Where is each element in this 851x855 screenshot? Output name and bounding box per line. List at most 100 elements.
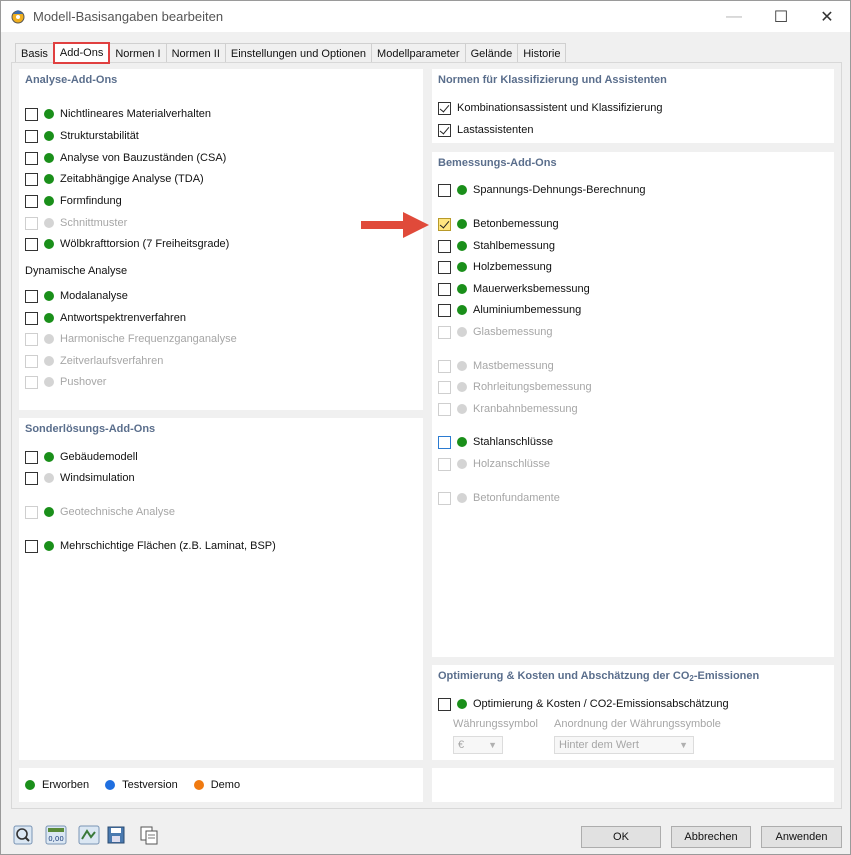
unavailable-dot-icon [44, 473, 54, 483]
chevron-down-icon: ▼ [488, 740, 497, 750]
demo-dot-icon [193, 780, 204, 790]
acquired-dot-icon [44, 313, 54, 323]
acquired-dot-icon [44, 174, 54, 184]
acquired-dot-icon [25, 780, 35, 790]
optimierung-row: Optimierung & Kosten / CO2-Emissionsabsc… [438, 696, 729, 712]
mehrschichtige-flaechen-z-b-laminat-bsp-checkbox[interactable] [25, 539, 38, 553]
acquired-dot-icon [44, 507, 54, 517]
kombination-checkbox[interactable] [438, 101, 451, 115]
ok-button[interactable]: OK [581, 826, 661, 848]
acquired-dot-icon [44, 452, 54, 462]
betonbemessung-checkbox[interactable] [438, 217, 451, 231]
sonder-add-ons-panel: Sonderlösungs-Add-Ons Gebäudemodell Winds… [19, 418, 423, 760]
zeitabhaengige-analyse-tda-checkbox[interactable] [25, 172, 38, 186]
addon-row-aluminiumbemessung: Aluminiumbemessung [438, 302, 581, 318]
acquired-dot-icon [44, 291, 54, 301]
tab-modellparameter[interactable]: Modellparameter [371, 43, 466, 63]
tab-gelaende[interactable]: Gelände [464, 43, 519, 63]
red-arrow-icon [361, 212, 429, 238]
analyse-von-bauzustaenden-csa-checkbox[interactable] [25, 151, 38, 165]
nichtlineares-materialverhalten-label: Nichtlineares Materialverhalten [60, 108, 212, 120]
mauerwerksbemessung-label: Mauerwerksbemessung [473, 283, 590, 295]
nichtlineares-materialverhalten-checkbox[interactable] [25, 107, 38, 121]
acquired-dot-icon [457, 262, 467, 272]
save-icon[interactable] [105, 824, 129, 846]
stahlbemessung-checkbox[interactable] [438, 239, 451, 253]
acquired-dot-icon [457, 284, 467, 294]
currency-position-select[interactable]: Hinter dem Wert ▼ [554, 736, 694, 754]
spannungs-dehnungs-berechnung-checkbox[interactable] [438, 183, 451, 197]
legend-demo-label: Demo [210, 779, 241, 791]
title-bar: Modell-Basisangaben bearbeiten — ☐ ✕ [1, 1, 850, 32]
addon-row-stahlbemessung: Stahlbemessung [438, 238, 555, 254]
dynamic-analysis-label: Dynamische Analyse [25, 265, 128, 277]
woelbkrafttorsion-7-freiheitsgrade-label: Wölbkrafttorsion (7 Freiheitsgrade) [60, 238, 230, 250]
currency-position-label: Anordnung der Währungssymbole [554, 718, 721, 730]
holzbemessung-label: Holzbemessung [473, 261, 552, 273]
tab-normen-2[interactable]: Normen II [165, 43, 226, 63]
optimierung-checkbox[interactable] [438, 697, 451, 711]
stahlanschluesse-checkbox[interactable] [438, 435, 451, 449]
cancel-button[interactable]: Abbrechen [671, 826, 751, 848]
normen-panel: Normen für Klassifizierung und Assistent… [432, 69, 834, 143]
unavailable-dot-icon [44, 377, 54, 387]
holzanschluesse-label: Holzanschlüsse [473, 458, 551, 470]
antwortspektrenverfahren-checkbox[interactable] [25, 311, 38, 325]
normen-row-last: Lastassistenten [438, 122, 533, 138]
pushover-label: Pushover [60, 376, 107, 388]
strukturstabilitaet-checkbox[interactable] [25, 129, 38, 143]
acquired-dot-icon [44, 541, 54, 551]
tab-add-ons[interactable]: Add-Ons [52, 42, 111, 64]
windsimulation-checkbox[interactable] [25, 471, 38, 485]
kranbahnbemessung-label: Kranbahnbemessung [473, 403, 578, 415]
tab-normen-1[interactable]: Normen I [109, 43, 167, 63]
minimize-button[interactable]: — [711, 1, 757, 32]
aluminiumbemessung-checkbox[interactable] [438, 303, 451, 317]
unavailable-dot-icon [457, 493, 467, 503]
units-icon[interactable]: 0,00 [44, 824, 68, 846]
unavailable-dot-icon [457, 361, 467, 371]
modalanalyse-checkbox[interactable] [25, 289, 38, 303]
acquired-dot-icon [457, 437, 467, 447]
unavailable-dot-icon [457, 382, 467, 392]
stahlbemessung-label: Stahlbemessung [473, 240, 555, 252]
mastbemessung-checkbox [438, 359, 451, 373]
bemessung-add-ons-panel: Bemessungs-Add-Ons Spannungs-Dehnungs-Be… [432, 152, 834, 657]
close-button[interactable]: ✕ [804, 1, 850, 32]
addon-row-antwortspektrenverfahren: Antwortspektrenverfahren [25, 310, 186, 326]
acquired-dot-icon [44, 196, 54, 206]
addon-row-rohrleitungsbemessung: Rohrleitungsbemessung [438, 379, 592, 395]
currency-symbol-select[interactable]: € ▼ [453, 736, 503, 754]
tab-einstellungen[interactable]: Einstellungen und Optionen [224, 43, 373, 63]
zeitabhaengige-analyse-tda-label: Zeitabhängige Analyse (TDA) [60, 173, 204, 185]
formfindung-checkbox[interactable] [25, 194, 38, 208]
betonfundamente-label: Betonfundamente [473, 492, 560, 504]
holzbemessung-checkbox[interactable] [438, 260, 451, 274]
unavailable-dot-icon [44, 356, 54, 366]
unavailable-dot-icon [44, 218, 54, 228]
addon-row-zeitverlaufsverfahren: Zeitverlaufsverfahren [25, 353, 163, 369]
schnittmuster-checkbox [25, 216, 38, 230]
model-icon[interactable] [77, 824, 101, 846]
addon-row-harmonische-frequenzganganalyse: Harmonische Frequenzganganalyse [25, 331, 237, 347]
woelbkrafttorsion-7-freiheitsgrade-checkbox[interactable] [25, 237, 38, 251]
acquired-dot-icon [457, 305, 467, 315]
strukturstabilitaet-label: Strukturstabilität [60, 130, 139, 142]
tab-basis[interactable]: Basis [15, 43, 54, 63]
gebaeudemodell-checkbox[interactable] [25, 450, 38, 464]
lastassistenten-checkbox[interactable] [438, 123, 451, 137]
addon-row-kranbahnbemessung: Kranbahnbemessung [438, 401, 578, 417]
addon-row-analyse-von-bauzustaenden-csa: Analyse von Bauzuständen (CSA) [25, 150, 226, 166]
apply-button[interactable]: Anwenden [761, 826, 842, 848]
antwortspektrenverfahren-label: Antwortspektrenverfahren [60, 312, 186, 324]
acquired-dot-icon [44, 109, 54, 119]
maximize-button[interactable]: ☐ [758, 1, 804, 32]
copy-icon[interactable] [138, 824, 162, 846]
mauerwerksbemessung-checkbox[interactable] [438, 282, 451, 296]
tab-historie[interactable]: Historie [517, 43, 567, 63]
optimierung-label: Optimierung & Kosten / CO2-Emissionsabsc… [473, 698, 729, 710]
addon-row-betonfundamente: Betonfundamente [438, 490, 560, 506]
help-icon[interactable] [11, 824, 35, 846]
addon-row-strukturstabilitaet: Strukturstabilität [25, 128, 139, 144]
addon-row-formfindung: Formfindung [25, 193, 122, 209]
